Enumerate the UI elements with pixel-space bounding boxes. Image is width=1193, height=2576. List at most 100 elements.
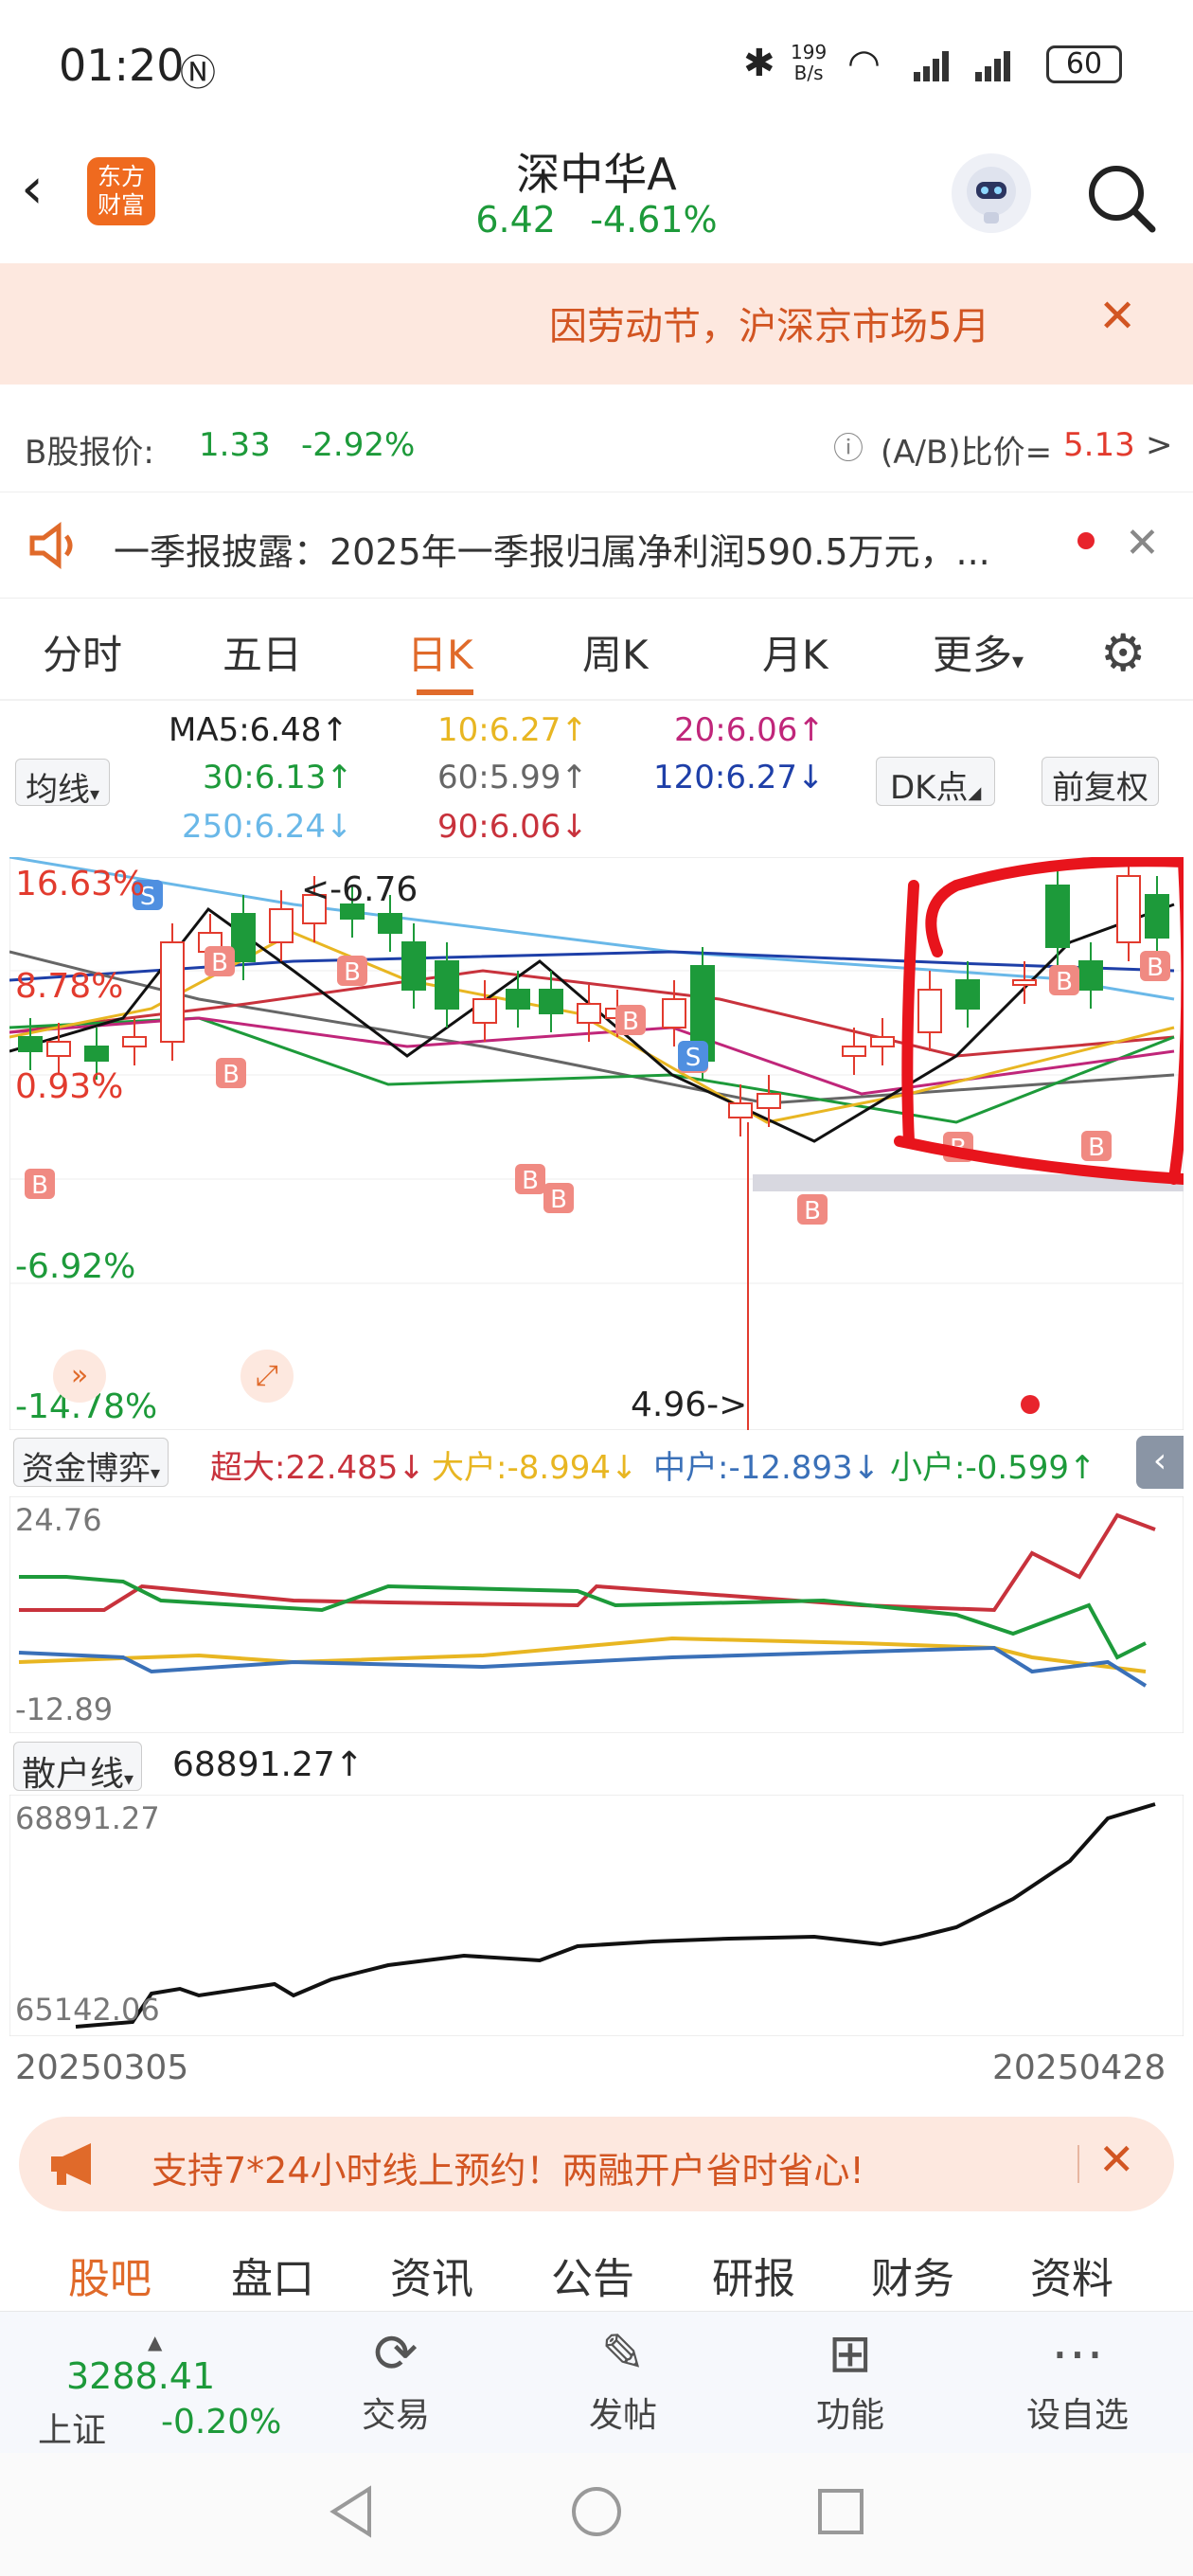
tab-monthly-k[interactable]: 月K — [762, 623, 828, 681]
collapse-icon[interactable]: ‹ — [1136, 1436, 1184, 1489]
fund-mid: 中户:-12.893↓ — [653, 1449, 881, 1487]
fund-ymax: 24.76 — [15, 1502, 102, 1538]
promo-text: 支持7*24小时线上预约！两融开户省时省心! — [151, 2150, 864, 2191]
indicator-dot — [1021, 1395, 1040, 1414]
retail-chart: 68891.27 65142.06 — [9, 1794, 1184, 2037]
high-price-marker: <-6.76 — [301, 870, 418, 909]
ma90-value: 90:6.06↓ — [437, 808, 588, 846]
date-range: 20250305 20250428 — [0, 2041, 1193, 2098]
tab-research[interactable]: 研报 — [712, 2245, 795, 2305]
unread-dot — [1077, 532, 1095, 549]
adjust-button[interactable]: 前复权 — [1042, 757, 1159, 807]
sell-marker-label: S — [686, 1044, 702, 1072]
tab-orderbook[interactable]: 盘口 — [231, 2245, 314, 2305]
candle — [1116, 875, 1141, 943]
nav-add-watchlist[interactable]: ⋯ 设自选 — [1002, 2321, 1153, 2437]
fund-super: 超大:22.485↓ — [210, 1449, 425, 1487]
nav-post[interactable]: ✎ 发帖 — [547, 2321, 699, 2437]
status-bar: 01:20 Ⓝ ✱ 199 B/s ◠ 60 — [0, 0, 1193, 133]
wifi-icon: ◠ — [847, 42, 881, 85]
expand-left-icon[interactable]: » — [53, 1350, 106, 1403]
system-nav — [0, 2453, 1193, 2576]
chevron-right-icon: > — [1146, 426, 1173, 464]
tab-intraday[interactable]: 分时 — [43, 623, 122, 681]
dk-point-button[interactable]: DK点◢ — [876, 757, 996, 807]
close-icon[interactable]: ✕ — [1125, 519, 1160, 567]
post-icon: ✎ — [600, 2323, 646, 2385]
bluetooth-icon: ✱ — [743, 42, 775, 85]
home-nav-icon[interactable] — [572, 2487, 621, 2536]
fund-indicator-bar: 资金博弈▾ 超大:22.485↓ 大户:-8.994↓ 中户:-12.893↓ … — [0, 1430, 1193, 1496]
tab-profile[interactable]: 资料 — [1030, 2245, 1113, 2305]
gear-icon[interactable]: ⚙ — [1100, 623, 1146, 683]
tab-five-day[interactable]: 五日 — [223, 623, 302, 681]
stock-quote: 6.42 -4.61% — [475, 199, 718, 241]
tab-news[interactable]: 资讯 — [390, 2245, 473, 2305]
dropdown-arrow-icon: ▾ — [151, 1461, 161, 1484]
ma30-value: 30:6.13↑ — [203, 759, 353, 796]
buy-marker-label: B — [344, 958, 361, 987]
tab-daily-k[interactable]: 日K — [407, 623, 473, 681]
fund-selector[interactable]: 资金博弈▾ — [13, 1438, 169, 1488]
net-speed: 199 B/s — [791, 41, 828, 84]
index-change: -0.20% — [161, 2403, 282, 2442]
active-tab-indicator — [417, 689, 473, 695]
close-icon[interactable]: ✕ — [1098, 290, 1136, 343]
apps-icon: ⊞ — [828, 2323, 873, 2385]
index-name: 上证 — [38, 2411, 107, 2450]
nav-apps[interactable]: ⊞ 功能 — [775, 2321, 926, 2437]
retail-ymin: 65142.06 — [15, 1992, 160, 2028]
tab-forum[interactable]: 股吧 — [68, 2245, 151, 2305]
tab-finance[interactable]: 财务 — [871, 2245, 954, 2305]
kline-chart[interactable]: BBBBBBBBBBBBBSS 16.63% 8.78% 0.93% -6.92… — [9, 855, 1193, 1431]
buy-marker-label: B — [1056, 968, 1073, 996]
fund-big: 大户:-8.994↓ — [432, 1449, 638, 1487]
buy-marker: B — [1081, 1131, 1112, 1162]
candle — [1078, 960, 1103, 991]
buy-marker: B — [543, 1183, 574, 1214]
candle — [842, 1046, 866, 1057]
buy-marker: B — [1140, 951, 1170, 982]
recent-apps-icon[interactable] — [818, 2489, 864, 2534]
candle — [160, 941, 185, 1043]
buy-marker-label: B — [1088, 1134, 1105, 1162]
tab-weekly-k[interactable]: 周K — [582, 623, 649, 681]
ma-info: MA5:6.48↑ 10:6.27↑ 20:6.06↑ 均线▾ 30:6.13↑… — [0, 706, 1193, 857]
index-quote[interactable]: ▲ 3288.41 上证 -0.20% — [19, 2331, 284, 2450]
notice-text: 因劳动节，沪深京市场5月 — [549, 305, 990, 349]
report-bar[interactable]: 一季报披露：2025年一季报归属净利润590.5万元，... ✕ — [0, 494, 1193, 599]
pct-label-top: 16.63% — [15, 865, 146, 903]
retail-selector[interactable]: 散户线▾ — [13, 1742, 143, 1794]
nav-trade[interactable]: ⟳ 交易 — [320, 2321, 472, 2437]
candle — [870, 1036, 895, 1047]
ma-selector[interactable]: 均线▾ — [15, 759, 111, 809]
candle — [231, 913, 256, 962]
buy-marker-label: B — [211, 949, 228, 977]
battery-icon: 60 — [1046, 45, 1122, 83]
fullscreen-icon[interactable]: ⤢ — [240, 1350, 294, 1403]
index-value: 3288.41 — [66, 2355, 216, 2397]
close-icon[interactable]: ✕ — [1098, 2134, 1135, 2185]
candle — [435, 960, 459, 1010]
tab-announcements[interactable]: 公告 — [551, 2245, 634, 2305]
buy-marker: B — [337, 956, 367, 987]
candle — [662, 998, 686, 1029]
kline-svg: BBBBBBBBBBBBBSS — [9, 855, 1193, 1431]
help-icon[interactable]: ⓘ — [833, 424, 864, 468]
candle — [46, 1041, 71, 1057]
candle — [84, 1046, 109, 1062]
back-nav-icon[interactable] — [329, 2485, 371, 2538]
ab-ratio-label: (A/B)比价= — [881, 434, 1053, 472]
promo-banner[interactable]: 支持7*24小时线上预约！两融开户省时省心! ✕ — [19, 2117, 1174, 2211]
buy-marker-label: B — [550, 1186, 567, 1214]
retail-value: 68891.27↑ — [172, 1745, 364, 1784]
fund-svg — [9, 1495, 1184, 1734]
b-share-quote[interactable]: B股报价: 1.33 -2.92% ⓘ (A/B)比价= 5.13 > — [0, 398, 1193, 492]
b-share-label: B股报价: — [25, 434, 154, 472]
buy-marker: B — [205, 946, 235, 977]
ab-ratio-value: 5.13 — [1063, 426, 1135, 464]
candle — [378, 913, 402, 934]
candle — [1145, 894, 1169, 939]
buy-marker-label: B — [223, 1061, 240, 1089]
tab-more[interactable]: 更多▾ — [933, 623, 1024, 681]
